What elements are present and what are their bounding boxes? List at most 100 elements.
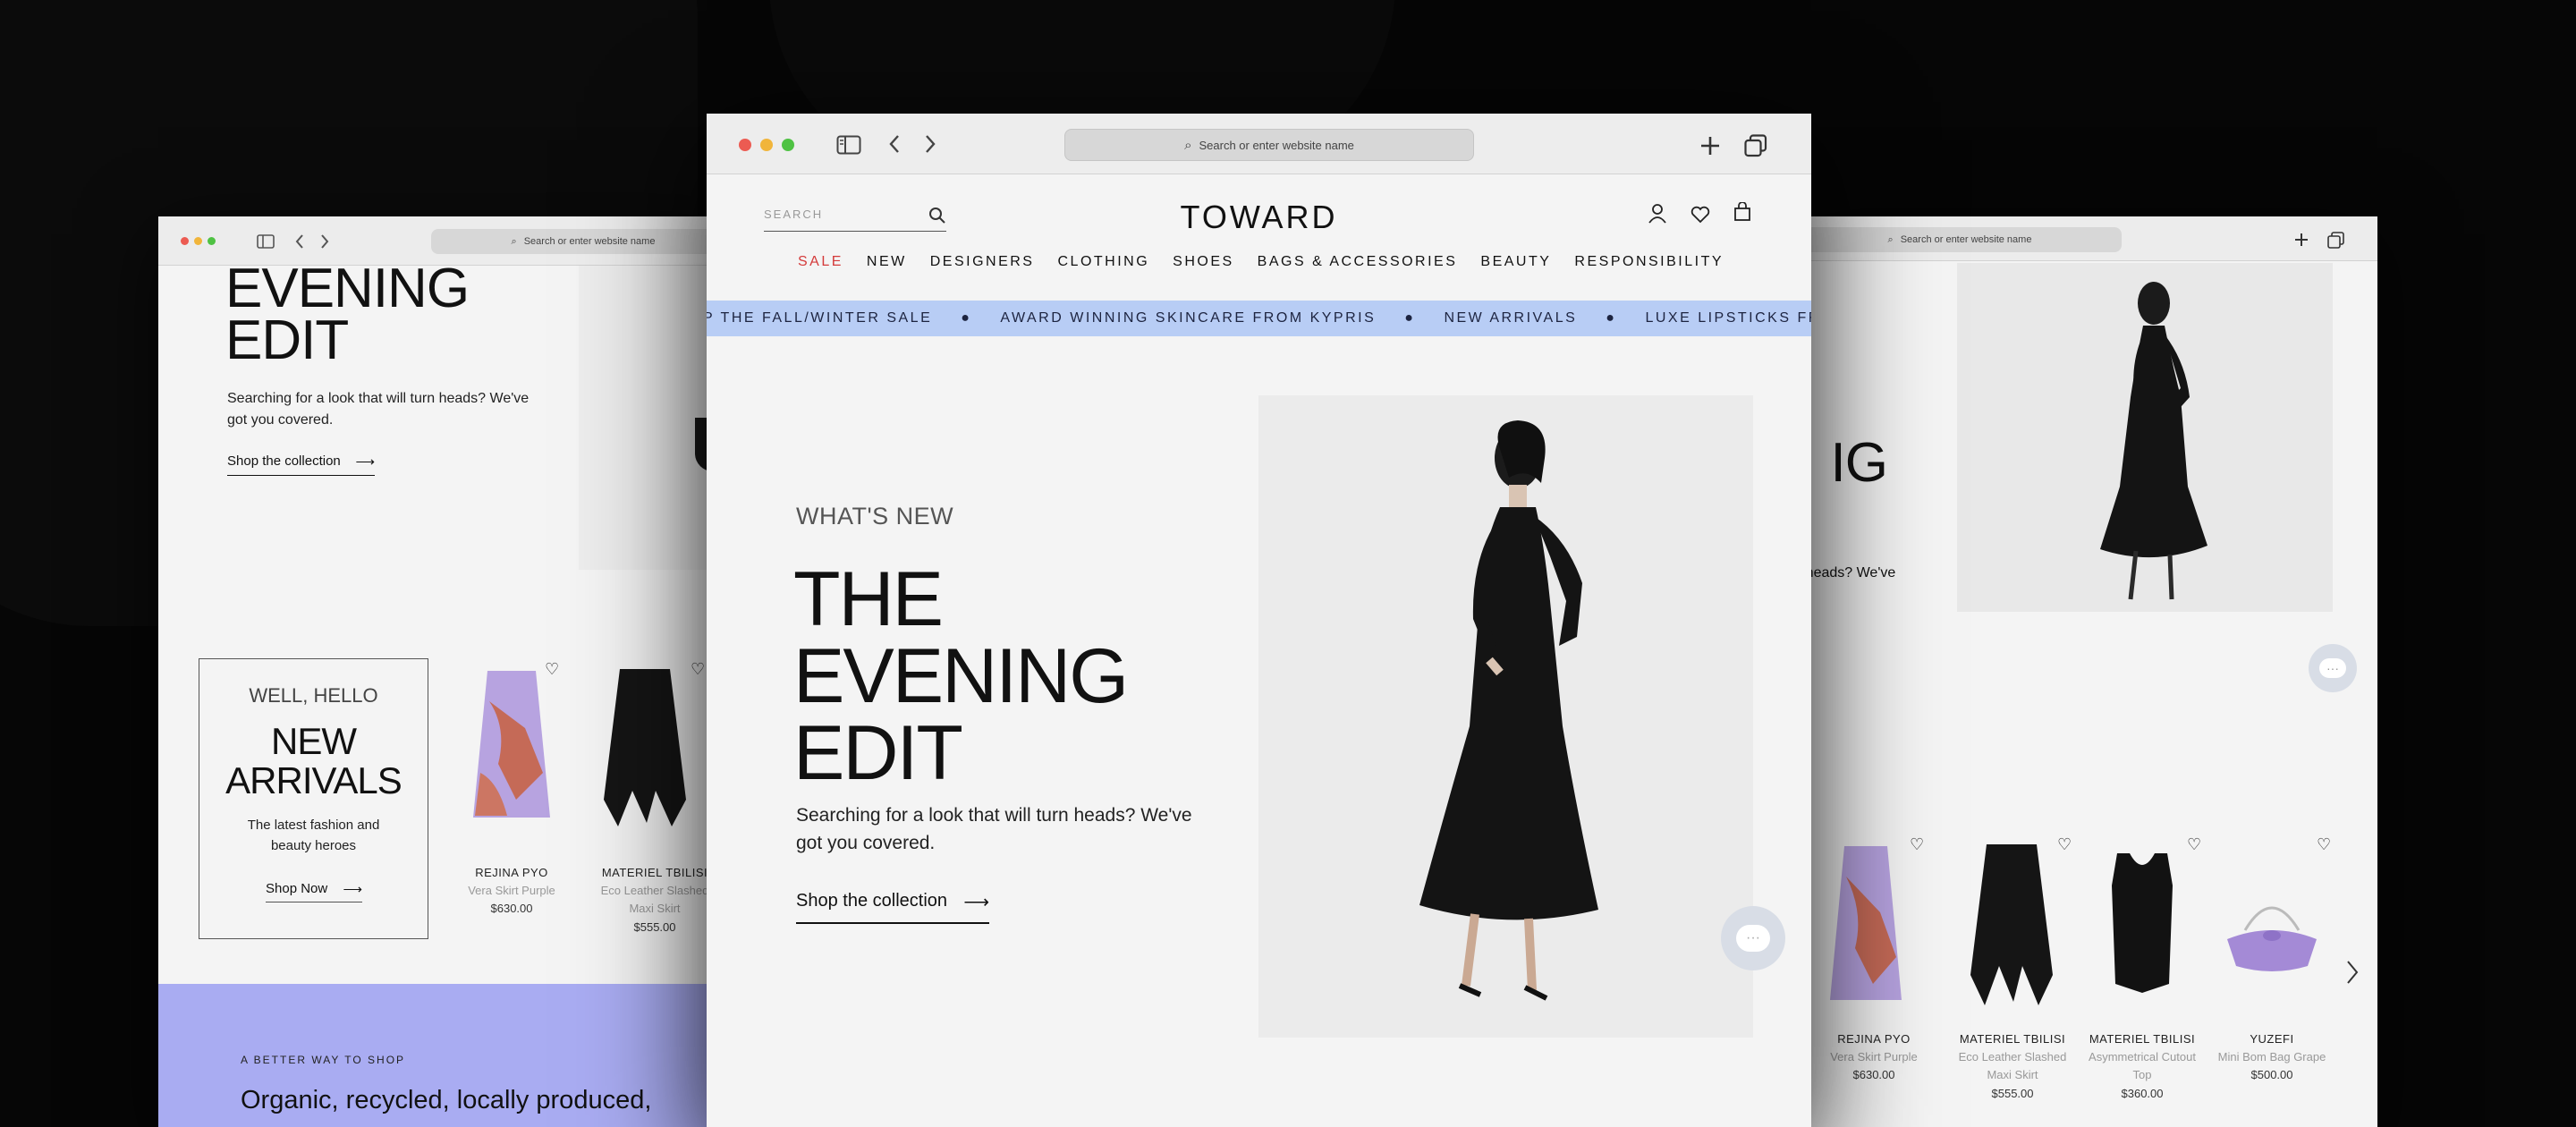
product-card[interactable]: ♡ REJINA PYO Vera Skirt Purple $630.00 [1798, 835, 1928, 1127]
ticker-item[interactable]: NEW ARRIVALS [1444, 310, 1577, 326]
hero-title-line: EVENING [225, 258, 470, 319]
hero-title-line: THE [793, 556, 944, 642]
chat-bubble-icon: ··· [2319, 658, 2346, 678]
product-price: $555.00 [1991, 1087, 2034, 1100]
hero-image [1957, 263, 2333, 612]
nav-item-sale[interactable]: SALE [798, 254, 843, 270]
forward-icon[interactable] [319, 233, 330, 250]
forward-icon[interactable] [923, 133, 937, 155]
wishlist-heart-icon[interactable]: ♡ [1910, 835, 1924, 854]
product-image-skirt [1830, 846, 1902, 1000]
arrivals-eyebrow: WELL, HELLO [249, 684, 378, 707]
nav-item-bags-accessories[interactable]: BAGS & ACCESSORIES [1258, 254, 1458, 270]
ticker-item[interactable]: LUXE LIPSTICKS FROM LA [1645, 310, 1811, 326]
nav-item-beauty[interactable]: BEAUTY [1480, 254, 1551, 270]
hero-title: EVENING EDIT [225, 258, 470, 371]
product-brand: REJINA PYO [475, 866, 548, 879]
nav-item-new[interactable]: NEW [867, 254, 907, 270]
back-icon[interactable] [887, 133, 902, 155]
browser-window-left: ⌕ Search or enter website name EVENING E… [158, 216, 731, 1127]
arrow-right-icon: ⟶ [355, 454, 375, 470]
product-name: Vera Skirt Purple [468, 884, 555, 897]
new-tab-icon[interactable] [1699, 135, 1721, 157]
address-bar[interactable]: ⌕ Search or enter website name [1064, 129, 1474, 161]
back-icon[interactable] [294, 233, 305, 250]
product-price: $360.00 [2121, 1087, 2164, 1100]
ticker-item[interactable]: AWARD WINNING SKINCARE FROM KYPRIS [1000, 310, 1376, 326]
site-logo[interactable]: TOWARD [707, 199, 1811, 236]
shopping-bag-icon[interactable] [1733, 202, 1751, 222]
sidebar-toggle-icon[interactable] [257, 234, 275, 249]
shop-collection-link[interactable]: Shop the collection ⟶ [796, 891, 989, 924]
product-card[interactable]: ♡ MATERIEL TBILISI Eco Leather Slashed M… [1945, 835, 2075, 1127]
shop-collection-link[interactable]: Shop the collection ⟶ [227, 453, 375, 476]
browser-toolbar: ⌕ Search or enter website name [707, 114, 1811, 174]
chat-widget-button[interactable]: ··· [1721, 906, 1785, 970]
product-brand: REJINA PYO [1837, 1032, 1911, 1046]
maximize-window-icon[interactable] [782, 139, 794, 151]
product-card[interactable]: ♡ MATERIEL TBILISI Asymmetrical Cutout T… [2075, 835, 2205, 1127]
wishlist-heart-icon[interactable]: ♡ [2317, 835, 2331, 854]
main-navigation: SALE NEW DESIGNERS CLOTHING SHOES BAGS &… [707, 254, 1811, 270]
product-name: Mini Bom Bag Grape [2217, 1050, 2326, 1063]
account-icon[interactable] [1648, 203, 1667, 225]
hero-title-line: EDIT [225, 309, 349, 371]
bullet-icon: ● [961, 310, 972, 326]
carousel-next-icon[interactable] [2345, 959, 2360, 986]
wishlist-heart-icon[interactable]: ♡ [2187, 835, 2201, 854]
wishlist-heart-icon[interactable]: ♡ [691, 660, 705, 679]
address-bar[interactable]: ⌕ Search or enter website name [1798, 227, 2122, 252]
nav-item-designers[interactable]: DESIGNERS [930, 254, 1035, 270]
search-icon: ⌕ [1887, 233, 1894, 245]
shop-now-label: Shop Now [266, 881, 328, 896]
showcase-stage: ⌕ Search or enter website name EVENING E… [0, 0, 2576, 1127]
new-arrivals-card: WELL, HELLO NEW ARRIVALS The latest fash… [199, 658, 428, 939]
minimize-window-icon[interactable] [194, 237, 202, 245]
wishlist-heart-icon[interactable]: ♡ [2057, 835, 2072, 854]
product-image-leather-skirt [1970, 844, 2053, 1005]
product-brand: YUZEFI [2250, 1032, 2294, 1046]
nav-item-clothing[interactable]: CLOTHING [1057, 254, 1149, 270]
address-bar[interactable]: ⌕ Search or enter website name [431, 229, 731, 254]
hero-subtitle-fragment: rn heads? We've [1798, 565, 1896, 580]
close-window-icon[interactable] [181, 237, 189, 245]
browser-window-right: ⌕ Search or enter website name IG rn hea… [1798, 216, 2377, 1127]
sidebar-toggle-icon[interactable] [836, 135, 861, 155]
ticker-item[interactable]: P THE FALL/WINTER SALE [707, 310, 932, 326]
maximize-window-icon[interactable] [208, 237, 216, 245]
promo-eyebrow: A BETTER WAY TO SHOP [241, 1054, 406, 1066]
search-icon: ⌕ [1184, 137, 1192, 153]
nav-item-shoes[interactable]: SHOES [1173, 254, 1234, 270]
shop-now-link[interactable]: Shop Now ⟶ [266, 881, 362, 902]
hero-title-line: EVENING [793, 633, 1129, 719]
promo-section: A BETTER WAY TO SHOP Organic, recycled, … [158, 984, 731, 1127]
hero-eyebrow: WHAT'S NEW [796, 503, 954, 530]
browser-toolbar: ⌕ Search or enter website name [1798, 216, 2377, 261]
wishlist-icon[interactable] [1690, 206, 1710, 224]
hero-subtitle: Searching for a look that will turn head… [227, 391, 530, 428]
product-image-leather-skirt [604, 669, 686, 826]
product-card[interactable]: ♡ YUZEFI Mini Bom Bag Grape $500.00 [2205, 835, 2334, 1127]
product-name: Vera Skirt Purple [1830, 1050, 1918, 1063]
arrivals-title-line: ARRIVALS [225, 759, 402, 801]
tab-overview-icon[interactable] [1744, 134, 1767, 157]
minimize-window-icon[interactable] [760, 139, 773, 151]
tab-overview-icon[interactable] [2327, 232, 2345, 250]
hero-title-fragment: IG [1830, 432, 1888, 494]
product-card[interactable]: ♡ MATERIEL TBILISI Eco Leather Slashed M… [588, 660, 722, 961]
arrow-right-icon: ⟶ [343, 882, 362, 897]
wishlist-heart-icon[interactable]: ♡ [545, 660, 559, 679]
chat-widget-button[interactable]: ··· [2309, 644, 2357, 692]
arrivals-subtitle: The latest fashion and beauty heroes [247, 818, 380, 853]
new-tab-icon[interactable] [2293, 232, 2309, 248]
address-bar-placeholder: Search or enter website name [1900, 234, 2032, 245]
product-card[interactable]: ♡ REJINA PYO Vera Skirt Purple $630.00 [462, 660, 579, 961]
arrow-right-icon: ⟶ [963, 893, 989, 912]
promo-text: Organic, recycled, locally produced, [241, 1086, 652, 1114]
hero-subtitle: Searching for a look that will turn head… [796, 805, 1192, 853]
nav-item-responsibility[interactable]: RESPONSIBILITY [1574, 254, 1724, 270]
product-name: Eco Leather Slashed Maxi Skirt [1958, 1050, 2067, 1081]
close-window-icon[interactable] [739, 139, 751, 151]
arrivals-title: NEW ARRIVALS [199, 722, 428, 801]
product-brand: MATERIEL TBILISI [601, 866, 708, 879]
